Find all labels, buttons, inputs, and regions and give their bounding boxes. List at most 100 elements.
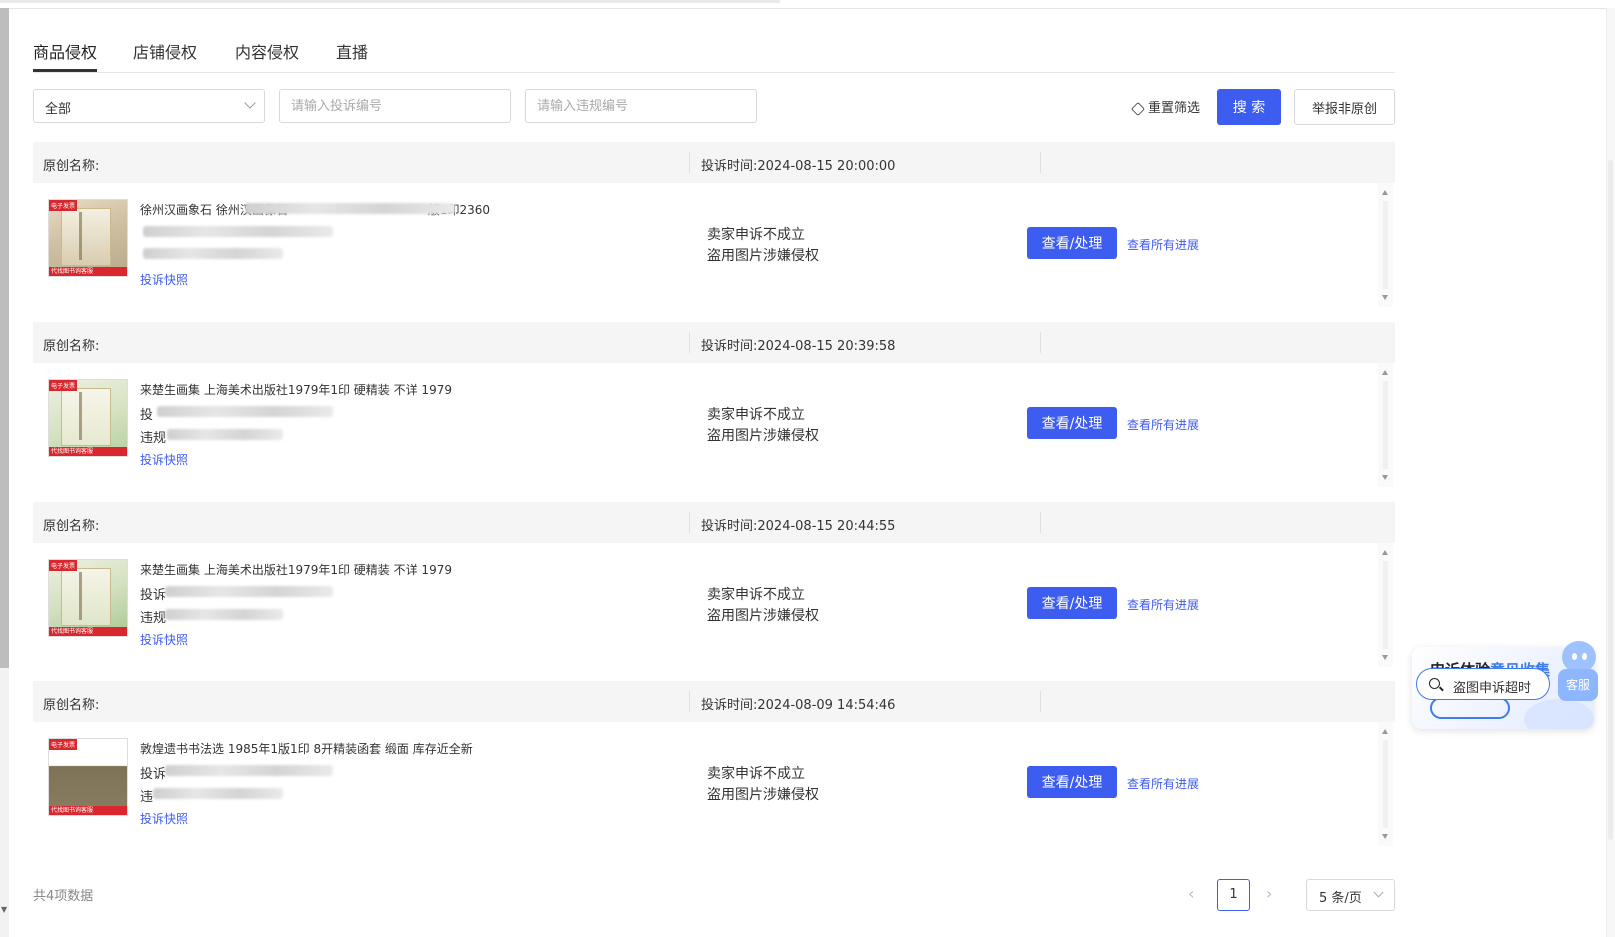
scroll-down-icon[interactable] <box>1382 295 1388 300</box>
customer-service-label: 客服 <box>1558 669 1598 701</box>
redacted-complaint-number <box>165 586 333 597</box>
status-reason: 盗用图片涉嫌侵权 <box>707 608 819 624</box>
type-select[interactable]: 全部 <box>33 89 265 123</box>
divider <box>689 691 690 712</box>
search-button[interactable]: 搜 索 <box>1217 89 1281 125</box>
card-header: 原创名称: 投诉时间:2024-08-15 20:39:58 <box>33 322 1395 363</box>
original-name-label: 原创名称: <box>43 159 100 174</box>
view-handle-button[interactable]: 查看/处理 <box>1027 227 1117 259</box>
page-size-select[interactable]: 5 条/页 <box>1306 879 1395 911</box>
top-divider <box>0 8 1615 9</box>
book-spine <box>79 392 82 440</box>
complaint-snapshot-link[interactable]: 投诉快照 <box>140 810 188 827</box>
thumb-band: 代找图书询客服 <box>49 806 127 815</box>
type-select-value: 全部 <box>45 102 72 117</box>
help-search-text: 盗图申诉超时 <box>1453 681 1532 696</box>
violation-number-input[interactable] <box>525 89 757 123</box>
book-cover <box>61 388 111 446</box>
decorative-blob <box>1524 699 1594 729</box>
product-name[interactable]: 来楚生画集 上海美术出版社1979年1印 硬精装 不详 1979 <box>140 381 452 398</box>
complaint-card: 原创名称: 投诉时间:2024-08-15 20:44:55 电子发票 代找图书… <box>33 502 1395 667</box>
view-handle-button[interactable]: 查看/处理 <box>1027 766 1117 798</box>
scroll-up-icon[interactable] <box>1382 190 1388 195</box>
redacted-violation-number <box>167 429 283 440</box>
feedback-pill[interactable] <box>1430 697 1510 719</box>
scrollbar-track <box>1383 740 1388 828</box>
current-page-button[interactable]: 1 <box>1217 879 1250 911</box>
view-all-progress-link[interactable]: 查看所有进展 <box>1127 775 1199 792</box>
divider <box>1040 691 1041 712</box>
help-search-pill[interactable]: 盗图申诉超时 <box>1416 668 1550 700</box>
thumb-tag: 电子发票 <box>49 380 78 391</box>
scroll-down-icon[interactable] <box>1382 655 1388 660</box>
product-thumbnail[interactable]: 电子发票 代找图书询客服 <box>48 379 128 457</box>
card-body: 电子发票 代找图书询客服 敦煌遗书书法选 1985年1版1印 8开精装函套 缎面… <box>33 722 1395 846</box>
total-count: 共4项数据 <box>33 889 94 904</box>
view-all-progress-link[interactable]: 查看所有进展 <box>1127 416 1199 433</box>
complaint-status: 卖家申诉不成立 盗用图片涉嫌侵权 <box>707 225 819 267</box>
card-scrollbar[interactable] <box>1378 363 1393 487</box>
view-all-progress-link[interactable]: 查看所有进展 <box>1127 236 1199 253</box>
product-thumbnail[interactable]: 电子发票 代找图书询客服 <box>48 738 128 816</box>
next-page-icon[interactable]: › <box>1266 884 1272 903</box>
book-spine <box>79 572 82 620</box>
complaint-time: 投诉时间:2024-08-15 20:00:00 <box>701 159 896 174</box>
scroll-up-icon[interactable] <box>1382 729 1388 734</box>
page-scrollbar-thumb[interactable] <box>1608 160 1613 840</box>
card-body: 电子发票 代找图书询客服 来楚生画集 上海美术出版社1979年1印 硬精装 不详… <box>33 363 1395 487</box>
scroll-up-icon[interactable] <box>1382 370 1388 375</box>
left-scrollbar-thumb[interactable] <box>0 8 9 668</box>
product-thumbnail[interactable]: 电子发票 代找图书询客服 <box>48 559 128 637</box>
complaint-card: 原创名称: 投诉时间:2024-08-15 20:00:00 电子发票 代找图书… <box>33 142 1395 307</box>
scrollbar-track <box>1383 381 1388 469</box>
complaint-number-label: 投诉 <box>140 588 167 603</box>
redacted-violation-number <box>143 248 283 259</box>
tab-content-infringement[interactable]: 内容侵权 <box>235 39 299 63</box>
divider <box>689 152 690 173</box>
scroll-down-icon[interactable] <box>1382 834 1388 839</box>
card-scrollbar[interactable] <box>1378 543 1393 667</box>
complaint-status: 卖家申诉不成立 盗用图片涉嫌侵权 <box>707 764 819 806</box>
tab-store-infringement[interactable]: 店铺侵权 <box>133 39 197 63</box>
robot-eye <box>1582 653 1587 660</box>
divider <box>689 512 690 533</box>
complaint-number-label: 投 <box>140 408 154 423</box>
left-scrollbar-track <box>0 668 9 937</box>
product-name[interactable]: 敦煌遗书书法选 1985年1版1印 8开精装函套 缎面 库存近全新 <box>140 740 473 757</box>
status-line: 卖家申诉不成立 <box>707 227 805 243</box>
card-scrollbar[interactable] <box>1378 722 1393 846</box>
complaint-snapshot-link[interactable]: 投诉快照 <box>140 631 188 648</box>
violation-number-label: 违规 <box>140 611 167 626</box>
card-body: 电子发票 代找图书询客服 来楚生画集 上海美术出版社1979年1印 硬精装 不详… <box>33 543 1395 667</box>
product-thumbnail[interactable]: 电子发票 代找图书询客服 <box>48 199 128 277</box>
redacted-violation-number <box>165 609 283 620</box>
complaint-snapshot-link[interactable]: 投诉快照 <box>140 451 188 468</box>
card-scrollbar[interactable] <box>1378 183 1393 307</box>
left-scroll-down-icon[interactable]: ▼ <box>1 905 7 914</box>
thumb-tag: 电子发票 <box>49 200 78 211</box>
status-line: 卖家申诉不成立 <box>707 407 805 423</box>
redacted-complaint-number <box>165 765 333 776</box>
tab-live[interactable]: 直播 <box>336 39 368 63</box>
book-cover <box>61 568 111 626</box>
view-all-progress-link[interactable]: 查看所有进展 <box>1127 596 1199 613</box>
divider <box>1040 152 1041 173</box>
product-name[interactable]: 来楚生画集 上海美术出版社1979年1印 硬精装 不详 1979 <box>140 561 452 578</box>
customer-service-button[interactable]: 客服 <box>1558 641 1598 703</box>
scroll-up-icon[interactable] <box>1382 550 1388 555</box>
view-handle-button[interactable]: 查看/处理 <box>1027 407 1117 439</box>
active-tab-indicator <box>33 69 97 72</box>
complaint-number-input[interactable] <box>279 89 511 123</box>
tab-product-infringement[interactable]: 商品侵权 <box>33 39 97 63</box>
book-cover <box>61 208 111 266</box>
view-handle-button[interactable]: 查看/处理 <box>1027 587 1117 619</box>
thumb-tag: 电子发票 <box>49 560 78 571</box>
scrollbar-track <box>1383 201 1388 289</box>
complaint-snapshot-link[interactable]: 投诉快照 <box>140 271 188 288</box>
prev-page-icon[interactable]: ‹ <box>1188 884 1194 903</box>
thumb-tag: 电子发票 <box>49 739 78 750</box>
scroll-down-icon[interactable] <box>1382 475 1388 480</box>
chevron-down-icon <box>1373 887 1384 898</box>
reset-filters-button[interactable]: 重置筛选 <box>1130 97 1200 117</box>
report-non-original-button[interactable]: 举报非原创 <box>1294 89 1395 125</box>
